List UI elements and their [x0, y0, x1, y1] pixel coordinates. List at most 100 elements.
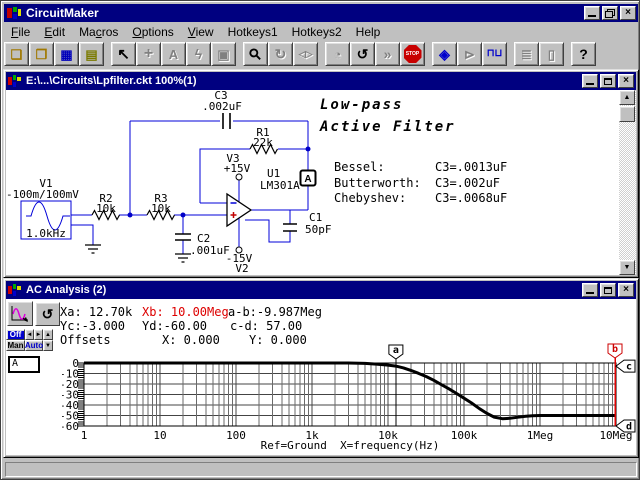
refresh-button[interactable]: ↺: [35, 302, 60, 326]
scroll-thumb[interactable]: [619, 106, 635, 122]
app-title: CircuitMaker: [26, 6, 99, 20]
menu-hotkeys1[interactable]: Hotkeys1: [221, 24, 285, 40]
circuit-title-bar[interactable]: E:\...\Circuits\Lpfilter.ckt 100%(1) ×: [6, 72, 636, 90]
capacitor-c3[interactable]: C3 .002uF: [202, 90, 242, 129]
auto-scale-button[interactable]: Auto: [25, 340, 43, 351]
trace-selector[interactable]: A: [8, 356, 40, 373]
cursor-up-button[interactable]: ▲: [43, 329, 53, 340]
select-arrow-icon: ↖: [117, 47, 130, 62]
ac-minimize-button[interactable]: [582, 283, 598, 297]
cursor-down-button[interactable]: ▼: [43, 340, 53, 351]
cursors-off-button[interactable]: Off: [6, 329, 25, 340]
opamp-u1[interactable]: V3 +15V U1 LM301A -15V V2: [224, 152, 300, 275]
minimize-icon: [586, 77, 594, 85]
print-button[interactable]: ▤: [79, 42, 104, 66]
select-arrow-button[interactable]: ↖: [111, 42, 136, 66]
delete-tool-button[interactable]: ϟ: [186, 42, 211, 66]
restore-icon: [605, 9, 615, 18]
waveform-icon: [9, 304, 31, 324]
c3-value: .002uF: [202, 100, 242, 113]
schematic-canvas[interactable]: V1 -100m/100mV 1.0kHz R2 10k R3 10k R1: [6, 90, 621, 275]
menu-help[interactable]: Help: [349, 24, 388, 40]
help-icon: ?: [579, 47, 588, 61]
v1-frequency: 1.0kHz: [26, 227, 66, 240]
scroll-down-button[interactable]: ▼: [619, 260, 635, 275]
r1-value: 22k: [253, 136, 273, 149]
restore-button[interactable]: [602, 6, 618, 20]
manual-scale-button[interactable]: Man: [6, 340, 25, 351]
minimize-icon: [588, 9, 596, 17]
wire-tool-button[interactable]: +: [136, 42, 161, 66]
ac-title-bar[interactable]: AC Analysis (2) ×: [6, 281, 636, 299]
junction-dot: [181, 213, 186, 218]
junction-dot: [128, 213, 133, 218]
text-tool-button[interactable]: A: [161, 42, 186, 66]
minimize-button[interactable]: [584, 6, 600, 20]
x-tick-label: 100k: [451, 429, 478, 442]
circuit-maximize-button[interactable]: [600, 74, 616, 88]
new-button[interactable]: ❏: [4, 42, 29, 66]
vertical-scrollbar[interactable]: ▲ ▼: [619, 90, 636, 275]
minimize-icon: [586, 286, 594, 294]
schematic-area[interactable]: V1 -100m/100mV 1.0kHz R2 10k R3 10k R1: [6, 90, 636, 275]
y-tick-label: -60: [62, 420, 79, 433]
resistor-r3[interactable]: R3 10k: [147, 192, 175, 220]
save-button[interactable]: ▦: [54, 42, 79, 66]
wire-tool-icon: +: [144, 46, 153, 62]
v3-value: +15V: [224, 162, 251, 175]
probe-a[interactable]: A: [301, 171, 316, 186]
step-button[interactable]: »: [375, 42, 400, 66]
mirror-tool-icon: ◁▷: [299, 50, 313, 59]
annotation-row-value: C3=.0013uF: [435, 160, 507, 174]
scroll-up-button[interactable]: ▲: [619, 90, 635, 105]
circuit-close-button[interactable]: ×: [618, 74, 634, 88]
annotation-row-value: C3=.002uF: [435, 176, 500, 190]
circuit-minimize-button[interactable]: [582, 74, 598, 88]
probe-tool-button[interactable]: ◈: [432, 42, 457, 66]
x-tick-label: 1: [81, 429, 88, 442]
close-button[interactable]: ×: [620, 6, 636, 20]
analysis-window-icon: [8, 284, 22, 296]
mirror-tool-button[interactable]: ◁▷: [293, 42, 318, 66]
stop-button[interactable]: STOP: [400, 42, 425, 66]
ground-symbol[interactable]: [175, 254, 191, 262]
resistor-r2[interactable]: R2 10k: [92, 192, 120, 220]
menu-view[interactable]: View: [181, 24, 221, 40]
menu-macros[interactable]: Macros: [72, 24, 125, 40]
maximize-icon: [604, 287, 612, 294]
analyses-button[interactable]: ◔: [325, 42, 350, 66]
annotation-row-name: Butterworth:: [334, 176, 421, 190]
device-select-button[interactable]: ⊳: [457, 42, 482, 66]
block-tool-button[interactable]: ▣: [211, 42, 236, 66]
menu-options[interactable]: Options: [125, 24, 180, 40]
toolbar: ❏❒▦▤ ↖ + Aϟ▣ ⚲↻ ◁▷ ◔↺»STOP ◈⊳⊓⊔ ≣▯?: [4, 40, 638, 68]
annotation-title-2: Active Filter: [319, 119, 456, 135]
digital-options-button[interactable]: ⊓⊔: [482, 42, 507, 66]
menu-file[interactable]: File: [4, 24, 37, 40]
source-v1[interactable]: V1 -100m/100mV 1.0kHz: [6, 177, 79, 240]
ac-analysis-area: ↺ Off ◄ ► ▲ Man Auto ▼ A Xa: 12.70kXb: 1…: [6, 299, 636, 455]
waveform-setup-button[interactable]: [7, 301, 33, 326]
menu-hotkeys2[interactable]: Hotkeys2: [285, 24, 349, 40]
ac-analysis-window[interactable]: AC Analysis (2) × ↺ Off ◄ ► ▲ Man Auto ▼…: [3, 278, 639, 458]
svg-text:d: d: [626, 422, 632, 433]
help-button[interactable]: ?: [571, 42, 596, 66]
r3-value: 10k: [151, 202, 171, 215]
menu-edit[interactable]: Edit: [37, 24, 72, 40]
cursor-right-button[interactable]: ►: [34, 329, 43, 340]
notes-button[interactable]: ▯: [539, 42, 564, 66]
cursor-left-button[interactable]: ◄: [25, 329, 34, 340]
circuit-window[interactable]: E:\...\Circuits\Lpfilter.ckt 100%(1) × V…: [3, 69, 639, 278]
ac-maximize-button[interactable]: [600, 283, 616, 297]
resistor-r1[interactable]: R1 22k: [250, 126, 278, 154]
reset-button[interactable]: ↺: [350, 42, 375, 66]
open-button[interactable]: ❒: [29, 42, 54, 66]
macro-utilities-button[interactable]: ≣: [514, 42, 539, 66]
zoom-tool-button[interactable]: ⚲: [243, 42, 268, 66]
rotate-tool-button[interactable]: ↻: [268, 42, 293, 66]
ground-symbol[interactable]: [85, 245, 101, 253]
circuit-window-title: E:\...\Circuits\Lpfilter.ckt 100%(1): [26, 75, 197, 87]
annotation-row-value: C3=.0068uF: [435, 191, 507, 205]
main-title-bar[interactable]: CircuitMaker ×: [4, 4, 638, 22]
ac-close-button[interactable]: ×: [618, 283, 634, 297]
